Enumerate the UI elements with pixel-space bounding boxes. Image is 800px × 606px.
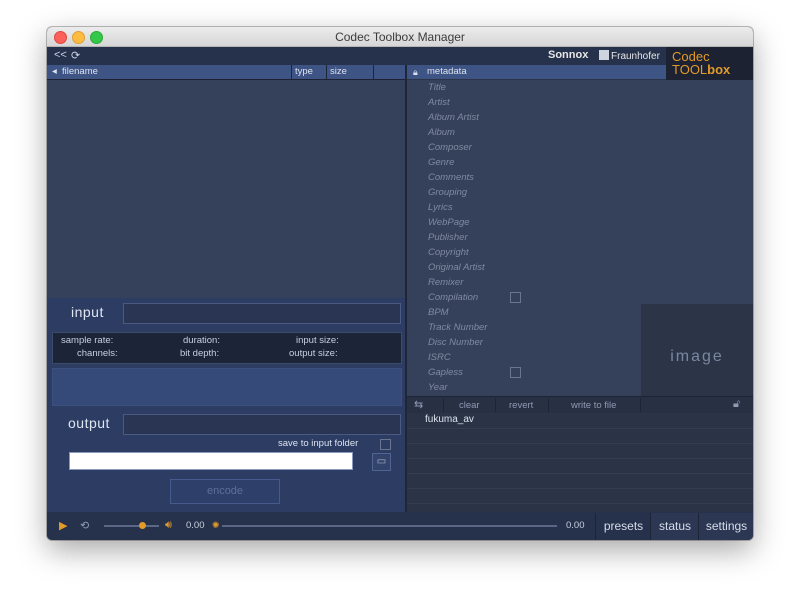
clear-button[interactable]: clear bbox=[459, 400, 480, 411]
meta-field-isrc[interactable]: ISRC bbox=[428, 352, 451, 363]
input-path-field[interactable] bbox=[123, 303, 401, 324]
meta-field-album[interactable]: Album bbox=[428, 127, 455, 138]
meta-field-title[interactable]: Title bbox=[428, 82, 446, 93]
meta-field-lyrics[interactable]: Lyrics bbox=[428, 202, 453, 213]
meta-field-gapless[interactable]: Gapless bbox=[428, 367, 463, 378]
encode-button[interactable]: encode bbox=[170, 479, 280, 504]
write-to-file-button[interactable]: write to file bbox=[571, 400, 616, 411]
player-bar: ▶ ⟲ 🔊︎ 0.00 ✺ 0.00 presets status settin… bbox=[47, 512, 753, 540]
scrub-slider[interactable] bbox=[222, 525, 557, 527]
list-item[interactable]: fukuma_av bbox=[425, 414, 474, 425]
meta-field-album-artist[interactable]: Album Artist bbox=[428, 112, 479, 123]
meta-field-disc-number[interactable]: Disc Number bbox=[428, 337, 483, 348]
meta-field-copyright[interactable]: Copyright bbox=[428, 247, 469, 258]
output-path-input[interactable] bbox=[69, 452, 353, 470]
loop-icon[interactable]: ⟲ bbox=[80, 519, 89, 532]
window-title: Codec Toolbox Manager bbox=[335, 30, 465, 44]
metadata-header: 🔒︎ metadata bbox=[407, 65, 666, 79]
input-output-panel: input sample rate: duration: input size:… bbox=[47, 298, 405, 512]
meta-field-publisher[interactable]: Publisher bbox=[428, 232, 468, 243]
tab-presets[interactable]: presets bbox=[595, 513, 651, 540]
meta-field-original-artist[interactable]: Original Artist bbox=[428, 262, 485, 273]
column-size[interactable]: size bbox=[330, 66, 347, 77]
time-total: 0.00 bbox=[566, 520, 585, 531]
padlock-icon[interactable]: 🔓︎ bbox=[733, 398, 740, 411]
metadata-title: metadata bbox=[427, 66, 467, 77]
top-toolbar: << ⟳ Sonnox Fraunhofer bbox=[47, 47, 753, 65]
metadata-action-bar: ⇆ clear revert write to file 🔓︎ bbox=[407, 396, 753, 413]
meta-field-remixer[interactable]: Remixer bbox=[428, 277, 463, 288]
lock-icon[interactable]: 🔒︎ bbox=[413, 67, 418, 78]
artwork-image-well[interactable]: image bbox=[641, 304, 753, 397]
meta-field-genre[interactable]: Genre bbox=[428, 157, 454, 168]
sonnox-logo: Sonnox bbox=[548, 49, 589, 61]
channels-label: channels: bbox=[77, 348, 118, 359]
volume-icon[interactable]: 🔊︎ bbox=[165, 519, 172, 532]
meta-field-compilation[interactable]: Compilation bbox=[428, 292, 478, 303]
time-current: 0.00 bbox=[186, 520, 205, 531]
position-slider-knob[interactable] bbox=[139, 522, 146, 529]
position-slider[interactable] bbox=[104, 525, 159, 527]
app-window: Codec Toolbox Manager << ⟳ Sonnox Fraunh… bbox=[47, 27, 753, 540]
revert-button[interactable]: revert bbox=[509, 400, 533, 411]
output-label: output bbox=[68, 415, 110, 431]
input-size-label: input size: bbox=[296, 335, 339, 346]
tab-status[interactable]: status bbox=[650, 513, 699, 540]
play-icon[interactable]: ▶ bbox=[59, 519, 67, 532]
fraunhofer-mark-icon bbox=[599, 50, 609, 60]
metadata-preset-list: fukuma_av bbox=[407, 413, 753, 512]
refresh-icon[interactable]: ⟳ bbox=[71, 49, 80, 62]
input-label: input bbox=[71, 304, 104, 320]
sample-rate-label: sample rate: bbox=[61, 335, 114, 346]
save-to-input-folder-label: save to input folder bbox=[278, 438, 359, 449]
save-to-input-folder-checkbox[interactable] bbox=[380, 439, 391, 450]
meta-field-webpage[interactable]: WebPage bbox=[428, 217, 470, 228]
column-filename[interactable]: filename bbox=[62, 66, 98, 77]
output-format-field[interactable] bbox=[123, 414, 401, 435]
meta-field-year[interactable]: Year bbox=[428, 382, 448, 393]
meta-field-track-number[interactable]: Track Number bbox=[428, 322, 487, 333]
file-list[interactable] bbox=[47, 80, 405, 298]
tab-settings[interactable]: settings bbox=[698, 513, 753, 540]
folder-icon[interactable]: ▭ bbox=[372, 453, 391, 471]
meta-field-artist[interactable]: Artist bbox=[428, 97, 450, 108]
gapless-checkbox[interactable] bbox=[510, 367, 521, 378]
meta-field-comments[interactable]: Comments bbox=[428, 172, 474, 183]
scrub-handle-icon[interactable]: ✺ bbox=[212, 520, 220, 531]
fraunhofer-logo: Fraunhofer bbox=[599, 50, 660, 62]
file-table-header: ◂ filename type size bbox=[47, 65, 405, 80]
meta-field-composer[interactable]: Composer bbox=[428, 142, 472, 153]
compilation-checkbox[interactable] bbox=[510, 292, 521, 303]
bit-depth-label: bit depth: bbox=[180, 348, 220, 359]
sort-icon[interactable]: ◂ bbox=[52, 66, 57, 77]
meta-field-bpm[interactable]: BPM bbox=[428, 307, 449, 318]
duration-label: duration: bbox=[183, 335, 220, 346]
title-bar: Codec Toolbox Manager bbox=[47, 27, 753, 47]
column-type[interactable]: type bbox=[295, 66, 313, 77]
output-size-label: output size: bbox=[289, 348, 338, 359]
back-icon[interactable]: << bbox=[54, 49, 67, 61]
meta-field-grouping[interactable]: Grouping bbox=[428, 187, 467, 198]
image-placeholder-label: image bbox=[670, 348, 724, 365]
format-options-area[interactable] bbox=[52, 368, 402, 406]
undo-redo-icon[interactable]: ⇆ bbox=[414, 398, 423, 411]
file-info-box: sample rate: duration: input size: chann… bbox=[52, 332, 402, 364]
